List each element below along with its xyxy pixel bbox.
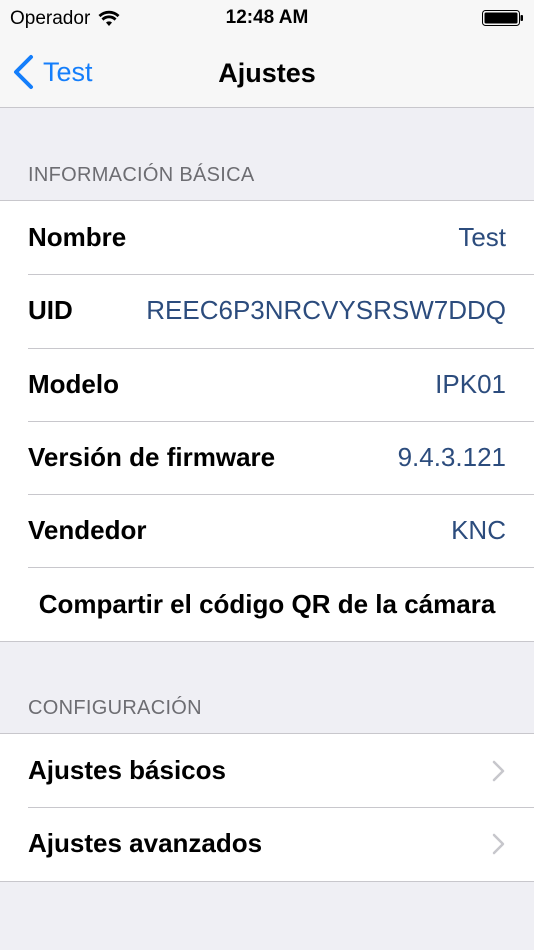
section-header-configuration: CONFIGURACIÓN bbox=[28, 697, 202, 719]
row-firmware-version: Versión de firmware 9.4.3.121 bbox=[0, 420, 534, 494]
configuration-group: Ajustes básicos Ajustes avanzados bbox=[0, 733, 534, 882]
advanced-settings-row[interactable]: Ajustes avanzados bbox=[0, 807, 534, 880]
navigation-bar: Test Ajustes bbox=[0, 38, 534, 108]
row-value: 9.4.3.121 bbox=[397, 442, 506, 473]
row-label: Versión de firmware bbox=[28, 442, 276, 473]
share-qr-code-label: Compartir el código QR de la cámara bbox=[38, 588, 496, 619]
row-vendor: Vendedor KNC bbox=[0, 494, 534, 567]
chevron-right-icon bbox=[492, 833, 505, 855]
row-value: Test bbox=[458, 222, 506, 253]
row-name: Nombre Test bbox=[0, 201, 534, 274]
row-label: Ajustes avanzados bbox=[28, 828, 263, 859]
row-label: Nombre bbox=[28, 222, 127, 253]
row-value: REEC6P3NRCVYSRSW7DDQ bbox=[146, 295, 506, 326]
status-bar: Operador 12:48 AM bbox=[0, 0, 534, 38]
section-header-basic-info: INFORMACIÓN BÁSICA bbox=[28, 164, 255, 186]
row-value: IPK01 bbox=[435, 368, 506, 399]
basic-info-group: Nombre Test UID REEC6P3NRCVYSRSW7DDQ Mod… bbox=[0, 200, 534, 642]
battery-icon bbox=[482, 10, 523, 26]
row-value: KNC bbox=[451, 515, 506, 546]
chevron-right-icon bbox=[492, 760, 505, 781]
row-label: Modelo bbox=[28, 368, 119, 399]
row-label: UID bbox=[28, 295, 73, 326]
clock: 12:48 AM bbox=[225, 7, 309, 28]
page-title: Ajustes bbox=[218, 58, 316, 88]
share-qr-code-button[interactable]: Compartir el código QR de la cámara bbox=[0, 567, 534, 640]
basic-settings-row[interactable]: Ajustes básicos bbox=[0, 734, 534, 807]
row-model: Modelo IPK01 bbox=[0, 347, 534, 421]
row-label: Vendedor bbox=[28, 515, 147, 546]
row-label: Ajustes básicos bbox=[28, 755, 226, 786]
row-uid: UID REEC6P3NRCVYSRSW7DDQ bbox=[0, 274, 534, 347]
